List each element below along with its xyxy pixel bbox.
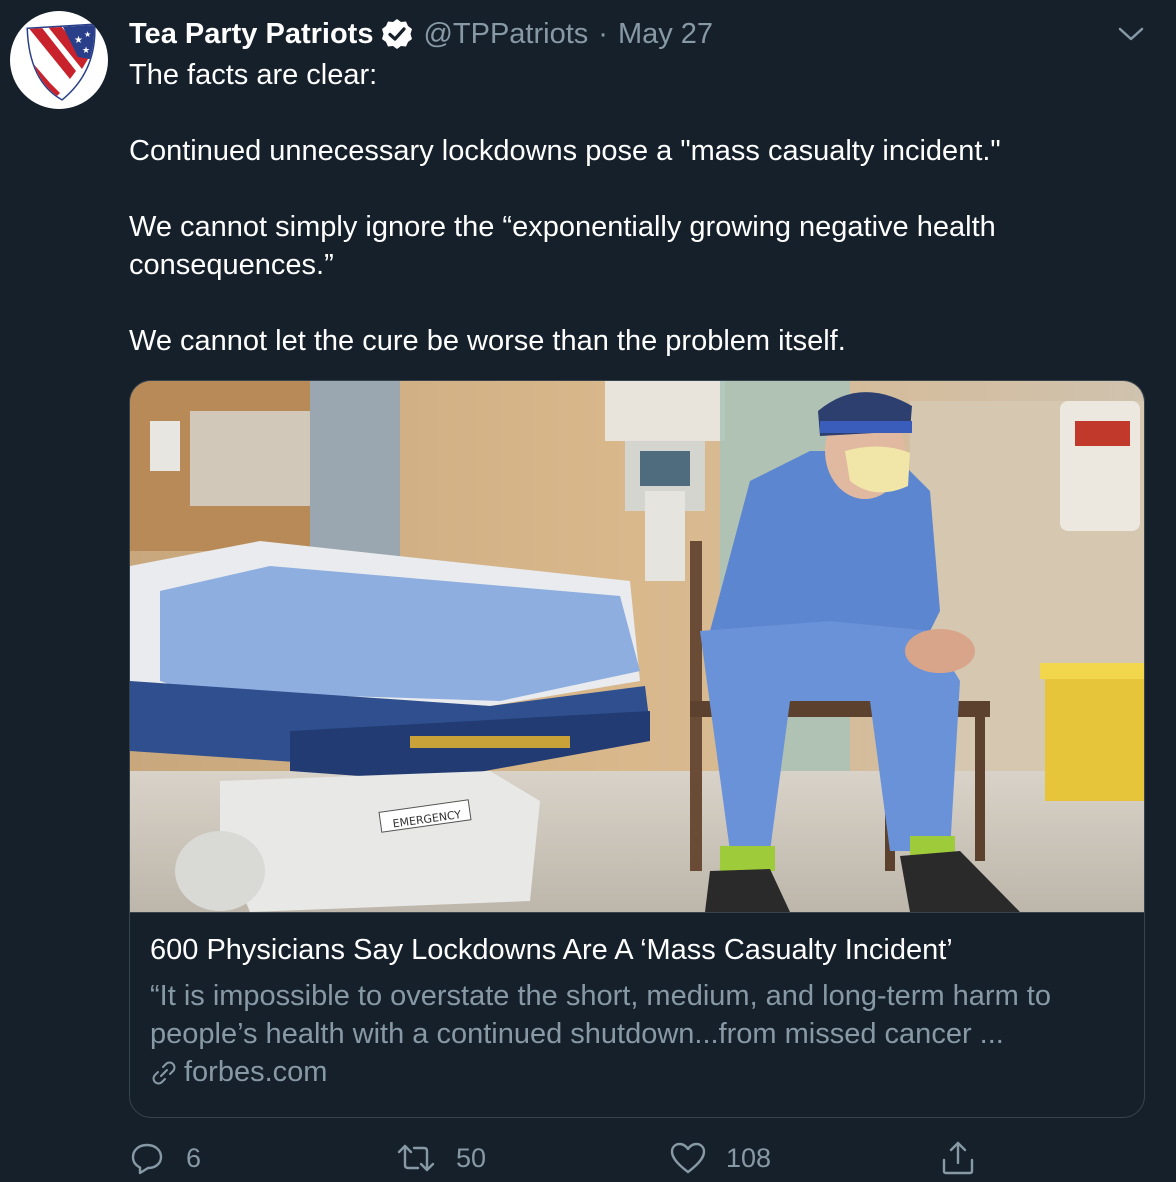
- shield-flag-logo: ★ ★ ★: [26, 23, 96, 101]
- tweet-header: Tea Party Patriots @TPPatriots · May 27: [129, 14, 713, 54]
- tweet-text-line: Continued unnecessary lockdowns pose a "…: [129, 135, 1001, 167]
- card-divider: [130, 912, 1144, 913]
- card-link[interactable]: forbes.com: [150, 1056, 327, 1089]
- link-card[interactable]: EMERGENCY 600 Physicians Say Lockdowns A…: [129, 380, 1145, 1118]
- separator: ·: [598, 17, 608, 50]
- tweet-text-line: The facts are clear:: [129, 59, 378, 91]
- tweet-text-line: We cannot simply ignore the “exponential…: [129, 211, 996, 281]
- handle[interactable]: @TPPatriots: [423, 18, 588, 51]
- reply-count: 6: [186, 1142, 202, 1173]
- retweet-count: 50: [456, 1142, 487, 1173]
- retweet-icon: [397, 1144, 435, 1172]
- reply-button[interactable]: 6: [130, 1138, 201, 1178]
- avatar[interactable]: ★ ★ ★: [10, 11, 108, 109]
- like-count: 108: [726, 1142, 772, 1173]
- display-name[interactable]: Tea Party Patriots: [129, 18, 373, 51]
- like-button[interactable]: 108: [670, 1138, 771, 1178]
- like-icon: [670, 1142, 706, 1174]
- card-title[interactable]: 600 Physicians Say Lockdowns Are A ‘Mass…: [150, 934, 953, 967]
- link-icon: [152, 1061, 176, 1084]
- svg-text:★: ★: [84, 30, 91, 39]
- reply-icon: [131, 1143, 163, 1175]
- svg-text:★: ★: [74, 35, 83, 46]
- share-icon: [942, 1141, 974, 1175]
- card-domain: forbes.com: [184, 1056, 328, 1088]
- verified-badge-icon: [381, 18, 413, 50]
- tweet-date[interactable]: May 27: [618, 18, 713, 51]
- retweet-button[interactable]: 50: [396, 1138, 486, 1178]
- svg-text:★: ★: [82, 46, 90, 56]
- card-photo: EMERGENCY: [130, 381, 1144, 912]
- card-description: “It is impossible to overstate the short…: [150, 980, 1051, 1050]
- tweet-text-line: We cannot let the cure be worse than the…: [129, 325, 846, 357]
- chevron-down-icon[interactable]: [1114, 20, 1148, 48]
- share-button[interactable]: [940, 1138, 976, 1178]
